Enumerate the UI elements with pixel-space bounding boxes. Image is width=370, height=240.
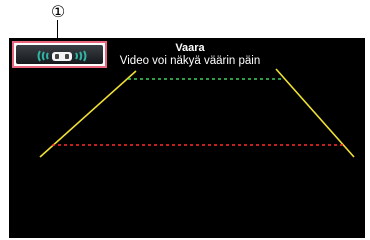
callout-marker: ① (50, 2, 66, 21)
left-guide-line (39, 70, 137, 158)
rear-camera-view: ① Vaara Video voi näkyä väärin päin (0, 0, 370, 240)
parking-sensor-button-face[interactable] (16, 45, 103, 64)
warning-message: Video voi näkyä väärin päin (119, 55, 261, 67)
parking-guide-lines (39, 68, 355, 158)
right-guide-line (275, 68, 355, 158)
warning-title: Vaara (175, 42, 205, 54)
parking-sensor-car-icon (37, 50, 87, 62)
parking-sensor-button[interactable] (12, 41, 107, 68)
callout-leader-line (57, 20, 58, 41)
